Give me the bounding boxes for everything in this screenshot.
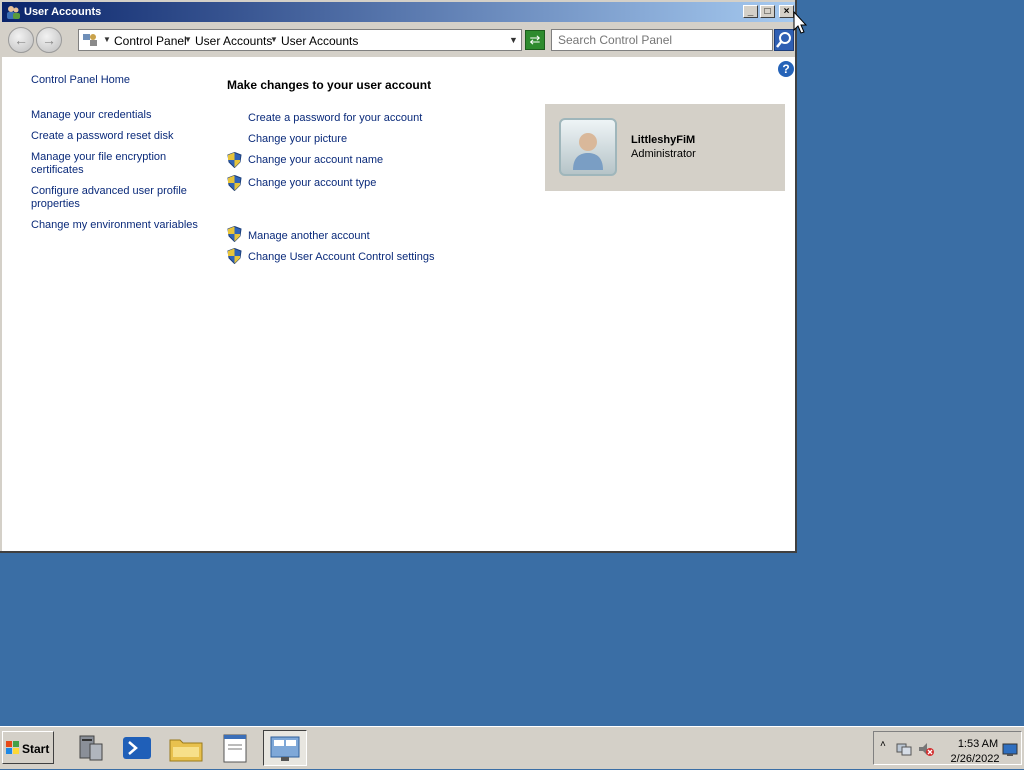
taskbar-powershell[interactable] — [115, 730, 159, 766]
search-input[interactable] — [551, 29, 773, 51]
address-bar: ← → ▼ Control Panel ▼ User Accounts ▼ Us… — [2, 24, 795, 56]
taskbar-notepad[interactable] — [214, 730, 258, 766]
refresh-icon: ⇄ — [529, 32, 541, 47]
user-role: Administrator — [631, 148, 696, 160]
content-pane: ? Control Panel Home Manage your credent… — [2, 57, 795, 551]
search-icon — [776, 32, 791, 48]
sidebar-item-file-encryption[interactable]: Manage your file encryption certificates — [31, 151, 201, 177]
control-panel-icon — [270, 736, 300, 761]
back-button[interactable]: ← — [8, 27, 34, 53]
mouse-cursor-icon — [793, 11, 807, 34]
help-icon[interactable]: ? — [778, 61, 794, 77]
taskbar-control-panel[interactable] — [263, 730, 307, 766]
user-name: LittleshyFiM — [631, 134, 696, 146]
user-accounts-window: User Accounts _ □ × ← → ▼ Control Panel … — [0, 0, 797, 553]
uac-shield-icon — [227, 248, 242, 264]
avatar — [559, 118, 617, 176]
taskbar: Start ˄ 1:53 AM 2/26/2022 — [0, 726, 1024, 769]
sidebar-item-password-reset-disk[interactable]: Create a password reset disk — [31, 130, 201, 143]
chevron-down-icon[interactable]: ▼ — [103, 35, 111, 44]
minimize-button[interactable]: _ — [743, 5, 758, 18]
sidebar-item-manage-credentials[interactable]: Manage your credentials — [31, 109, 201, 122]
user-avatar-icon — [573, 133, 603, 170]
network-icon[interactable] — [896, 741, 912, 757]
history-dropdown-icon[interactable]: ▼ — [509, 35, 518, 45]
chevron-down-icon[interactable]: ▼ — [184, 35, 192, 44]
uac-shield-icon — [227, 152, 242, 168]
window-title: User Accounts — [24, 6, 102, 18]
page-title: Make changes to your user account — [227, 78, 432, 92]
forward-arrow-icon: → — [42, 32, 56, 48]
explorer-folder-icon — [169, 739, 203, 762]
user-accounts-icon — [7, 6, 20, 19]
notepad-icon — [223, 734, 247, 763]
clock-time[interactable]: 1:53 AM — [948, 738, 1008, 750]
title-bar[interactable]: User Accounts _ □ × — [2, 2, 795, 22]
user-account-card: LittleshyFiM Administrator — [545, 104, 785, 191]
sidebar-item-advanced-profile[interactable]: Configure advanced user profile properti… — [31, 185, 201, 211]
back-arrow-icon: ← — [14, 32, 28, 48]
uac-shield-icon — [227, 226, 242, 242]
windows-flag-icon — [6, 741, 19, 754]
powershell-icon — [123, 737, 151, 759]
uac-shield-icon — [227, 175, 242, 191]
control-panel-icon — [83, 34, 97, 46]
system-tray: ˄ 1:53 AM 2/26/2022 — [873, 731, 1022, 765]
sidebar-item-environment-variables[interactable]: Change my environment variables — [31, 219, 201, 232]
maximize-button[interactable]: □ — [760, 5, 775, 18]
breadcrumb[interactable]: ▼ Control Panel ▼ User Accounts ▼ User A… — [78, 29, 522, 51]
crumb-user-accounts[interactable]: User Accounts — [195, 34, 272, 48]
show-desktop-icon[interactable] — [1002, 743, 1018, 757]
start-label: Start — [22, 742, 50, 756]
chevron-down-icon[interactable]: ▼ — [270, 35, 278, 44]
server-manager-icon — [79, 735, 103, 761]
taskbar-server-manager[interactable] — [68, 730, 112, 766]
task-change-account-type[interactable]: Change your account type — [248, 177, 376, 189]
task-create-password[interactable]: Create a password for your account — [248, 112, 422, 124]
task-uac-settings[interactable]: Change User Account Control settings — [248, 251, 435, 263]
crumb-control-panel[interactable]: Control Panel — [114, 34, 187, 48]
forward-button[interactable]: → — [36, 27, 62, 53]
crumb-user-accounts-current[interactable]: User Accounts — [281, 34, 358, 48]
search-button[interactable] — [774, 29, 794, 51]
sidebar-item-control-panel-home[interactable]: Control Panel Home — [31, 74, 201, 87]
clock-date[interactable]: 2/26/2022 — [945, 753, 1005, 765]
close-button[interactable]: × — [779, 5, 794, 18]
start-button[interactable]: Start — [2, 731, 54, 764]
show-hidden-icons-icon[interactable]: ˄ — [880, 739, 886, 750]
refresh-button[interactable]: ⇄ — [525, 30, 545, 50]
task-manage-another-account[interactable]: Manage another account — [248, 230, 370, 242]
taskbar-explorer[interactable] — [164, 730, 208, 766]
task-change-account-name[interactable]: Change your account name — [248, 154, 383, 166]
task-change-picture[interactable]: Change your picture — [248, 133, 347, 145]
volume-muted-icon[interactable] — [918, 741, 934, 757]
